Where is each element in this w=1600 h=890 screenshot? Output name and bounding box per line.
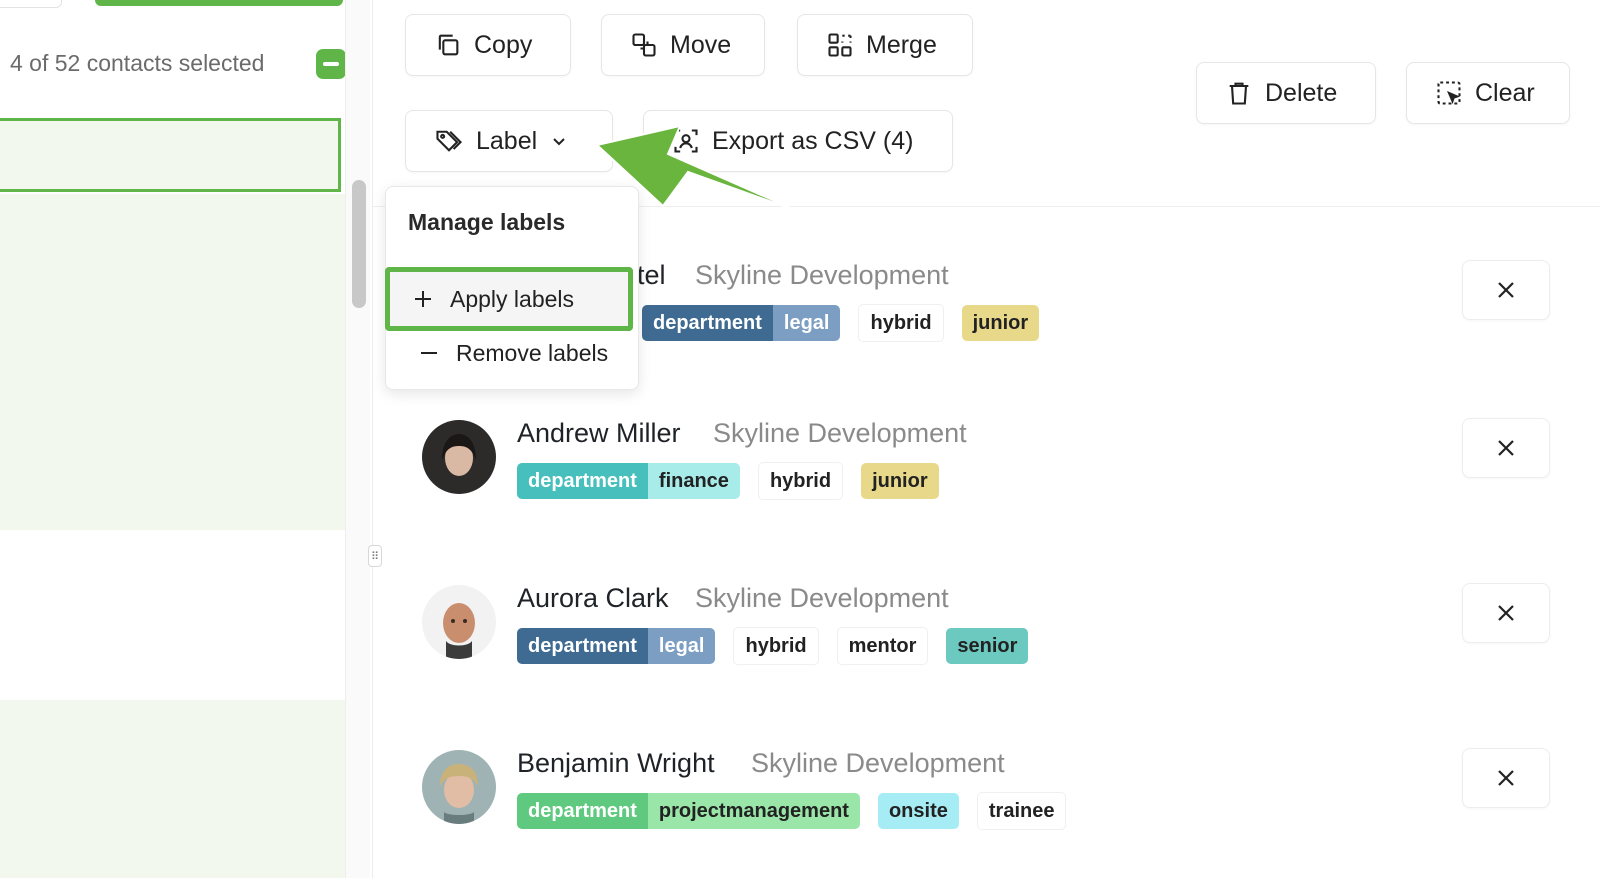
close-icon (1498, 440, 1514, 456)
tag-icon (436, 130, 463, 152)
move-icon (632, 33, 656, 57)
department-tag: department legal (642, 305, 841, 341)
contact-name: Benjamin Wright (517, 748, 715, 778)
chevron-down-icon (553, 138, 565, 146)
close-icon (1498, 770, 1514, 786)
top-button-partial[interactable] (0, 0, 62, 8)
remove-labels-menu-item[interactable]: Remove labels (396, 327, 626, 379)
move-button[interactable]: Move (601, 14, 765, 76)
deselect-all-toggle[interactable] (316, 49, 346, 79)
contact-tags: department legal hybrid mentor senior (517, 627, 1029, 665)
contact-company: Skyline Development (695, 583, 949, 613)
export-label: Export as CSV (4) (712, 126, 914, 155)
clear-button[interactable]: Clear (1406, 62, 1570, 124)
tag: hybrid (733, 627, 819, 665)
list-item-selected[interactable] (0, 700, 345, 878)
avatar (422, 585, 496, 659)
close-icon (1498, 605, 1514, 621)
tag: trainee (976, 792, 1067, 830)
department-tag: department legal (517, 628, 716, 664)
move-label: Move (670, 30, 732, 59)
tag: junior (861, 463, 939, 499)
contact-company: Skyline Development (695, 260, 949, 290)
clear-label: Clear (1475, 78, 1535, 107)
avatar (422, 750, 496, 824)
minus-icon (421, 352, 437, 354)
merge-label: Merge (866, 30, 937, 59)
copy-label: Copy (474, 30, 533, 59)
menu-heading: Manage labels (408, 209, 566, 235)
close-icon (1498, 282, 1514, 298)
plus-icon (415, 291, 431, 307)
tag: hybrid (858, 304, 944, 342)
copy-icon (438, 34, 459, 56)
apply-labels-menu-item[interactable]: Apply labels (385, 267, 633, 331)
tag-key: department (517, 793, 648, 829)
delete-label: Delete (1265, 78, 1338, 107)
contact-row[interactable]: Benjamin Wright Skyline Development depa… (372, 740, 1600, 890)
merge-icon (828, 33, 852, 57)
tag: junior (961, 305, 1040, 341)
contact-row[interactable]: Aurora Clark Skyline Development departm… (372, 575, 1600, 725)
tag-key: department (642, 305, 773, 341)
trash-icon (1229, 82, 1249, 105)
label-dropdown-menu: Manage labels Apply labels Remove labels (385, 186, 639, 390)
tag: hybrid (757, 462, 844, 500)
delete-button[interactable]: Delete (1196, 62, 1376, 124)
contact-list-panel: 4 of 52 contacts selected (0, 0, 373, 878)
remove-contact-button[interactable] (1462, 418, 1550, 478)
selection-count-text: 4 of 52 contacts selected (10, 50, 265, 76)
contact-tags: department legal hybrid junior (642, 304, 1040, 342)
contact-tags: department finance hybrid junior (517, 462, 939, 500)
export-icon (674, 129, 698, 153)
label-button-label: Label (476, 126, 538, 155)
tag-value: legal (772, 305, 841, 341)
tag-value: finance (647, 463, 740, 499)
contact-company: Skyline Development (751, 748, 1005, 778)
minus-icon (323, 62, 339, 66)
contact-row[interactable]: Andrew Miller Skyline Development depart… (372, 410, 1600, 560)
tag: senior (946, 628, 1029, 664)
tag-value: legal (647, 628, 716, 664)
merge-button[interactable]: Merge (797, 14, 973, 76)
tag-value: projectmanagement (647, 793, 860, 829)
tag: onsite (877, 793, 959, 829)
list-scrollbar[interactable] (345, 0, 370, 878)
copy-button[interactable]: Copy (405, 14, 571, 76)
list-item-active[interactable] (0, 118, 341, 192)
remove-contact-button[interactable] (1462, 748, 1550, 808)
list-item-selected[interactable] (0, 194, 345, 530)
contact-company: Skyline Development (713, 418, 967, 448)
contact-tags: department projectmanagement onsite trai… (517, 792, 1067, 830)
tag-key: department (517, 628, 648, 664)
avatar (422, 420, 496, 494)
remove-contact-button[interactable] (1462, 583, 1550, 643)
remove-contact-button[interactable] (1462, 260, 1550, 320)
tag-key: department (517, 463, 648, 499)
apply-labels-label: Apply labels (450, 285, 575, 312)
department-tag: department projectmanagement (517, 793, 860, 829)
scrollbar-thumb[interactable] (352, 180, 366, 308)
label-dropdown-button[interactable]: Label (405, 110, 613, 172)
remove-labels-label: Remove labels (456, 339, 609, 366)
contact-name: Aurora Clark (517, 583, 669, 613)
contact-name: Andrew Miller (517, 418, 681, 448)
department-tag: department finance (517, 463, 740, 499)
clear-selection-icon (1437, 81, 1461, 105)
tag: mentor (836, 627, 929, 665)
top-primary-button-partial[interactable] (95, 0, 343, 6)
export-csv-button[interactable]: Export as CSV (4) (643, 110, 953, 172)
